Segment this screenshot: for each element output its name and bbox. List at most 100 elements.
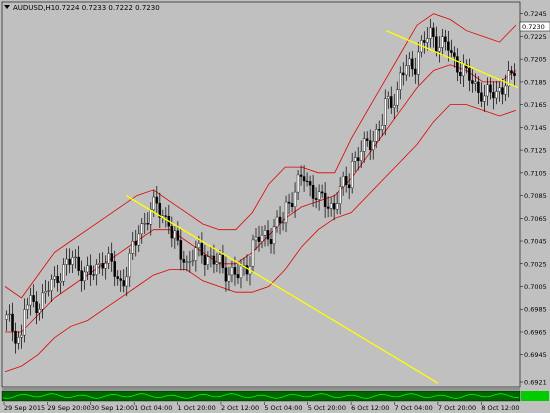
candle-body [104,262,107,269]
candle-body [65,258,68,265]
candle-body [122,280,125,287]
candle-body [83,271,86,282]
candle-body [453,52,456,57]
candle-body [266,230,270,240]
candle-body [350,161,354,189]
y-tick-label: 0.7185 [524,78,547,86]
plot-frame [1,1,521,388]
y-tick-label: 0.6985 [524,306,547,314]
candle-body [98,263,101,265]
candle-body [356,157,360,161]
y-tick-label: 0.6921 [524,379,547,387]
candle-body [254,236,258,241]
candle-body [365,138,369,141]
candle-body [501,87,504,95]
candle-body [164,215,168,217]
candle-body [215,262,219,265]
candle-body [284,201,288,223]
candle-body [206,256,210,266]
candle-body [107,253,110,264]
candle-body [338,186,342,204]
chart-title: AUDUSD,H1 [13,4,55,12]
candle-body [435,36,438,52]
candle-body [468,67,471,81]
candle-body [80,270,83,282]
candle-body [62,264,65,282]
candle-body [68,258,71,265]
candle-body [128,253,131,278]
chart-window[interactable]: AUDUSD,H1 0.7224 0.7233 0.7222 0.7230 0.… [0,0,550,413]
candle-body [275,216,279,227]
price-axis: 0.7245 0.7225 0.7205 0.7185 0.7165 0.7145 0.71… [520,10,547,387]
chart-ohlc: 0.7224 0.7233 0.7222 0.7230 [55,4,160,12]
chart-canvas[interactable]: AUDUSD,H1 0.7224 0.7233 0.7222 0.7230 0.… [0,0,550,413]
x-tick-label: 8 Oct 12:00 [481,404,519,412]
candle-body [149,209,153,225]
candle-body [59,280,62,284]
candle-body [38,308,41,314]
candle-body [200,243,204,256]
candle-body [498,87,501,92]
candle-body [504,85,507,95]
candle-body [377,129,381,131]
candle-body [374,129,378,142]
candle-body [86,265,89,273]
candle-body [411,58,414,70]
candle-body [197,243,201,248]
candle-body [462,64,465,77]
y-tick-label: 0.7025 [524,260,547,268]
candle-body [359,151,363,161]
candle-body [188,261,192,263]
y-tick-label: 0.6965 [524,328,547,336]
candle-body [239,265,243,279]
candle-body [405,65,408,76]
x-tick-label: 2 Oct 12:00 [221,404,259,412]
candle-body [317,191,321,200]
candle-body [480,92,483,102]
candle-body [92,274,95,276]
candle-body [14,330,17,344]
time-axis: 29 Sep 2015 29 Sep 20:00 30 Sep 12:00 1 Oct… [3,402,520,412]
candle-body [182,259,186,263]
candle-body [113,261,116,277]
candle-body [299,174,303,177]
candle-body [74,256,77,259]
candle-body [176,230,180,241]
candle-body [233,267,237,275]
candle-body [116,276,119,279]
candle-body [341,176,345,187]
indicator-panel[interactable] [1,390,521,402]
candle-body [447,41,450,51]
candle-body [329,203,333,209]
y-tick-label: 0.7085 [524,192,547,200]
candle-body [71,257,74,265]
candle-body [444,36,447,43]
candle-body [17,337,20,344]
candle-body [263,230,267,236]
candle-body [56,275,59,284]
candle-body [134,241,138,246]
y-tick-label: 0.7065 [524,215,547,223]
candle-body [486,84,489,97]
candle-body [513,72,516,76]
candle-body [393,104,396,108]
candle-body [173,230,177,239]
candle-body [191,260,195,262]
candle-body [245,265,249,275]
candle-body [8,313,11,316]
x-tick-label: 5 Oct 20:00 [308,404,346,412]
candle-body [5,314,8,320]
candle-body [170,226,174,239]
candle-body [251,239,255,267]
y-tick-label: 0.7105 [524,169,547,177]
candle-body [344,176,348,185]
y-tick-label: 0.7125 [524,147,547,155]
candle-body [408,58,411,66]
last-price-text: 0.7230 [522,23,545,31]
candle-body [308,181,312,186]
candle-body [432,27,435,37]
candle-body [209,255,213,257]
candle-body [320,191,324,194]
candle-body [386,96,390,99]
candle-body [95,264,98,275]
